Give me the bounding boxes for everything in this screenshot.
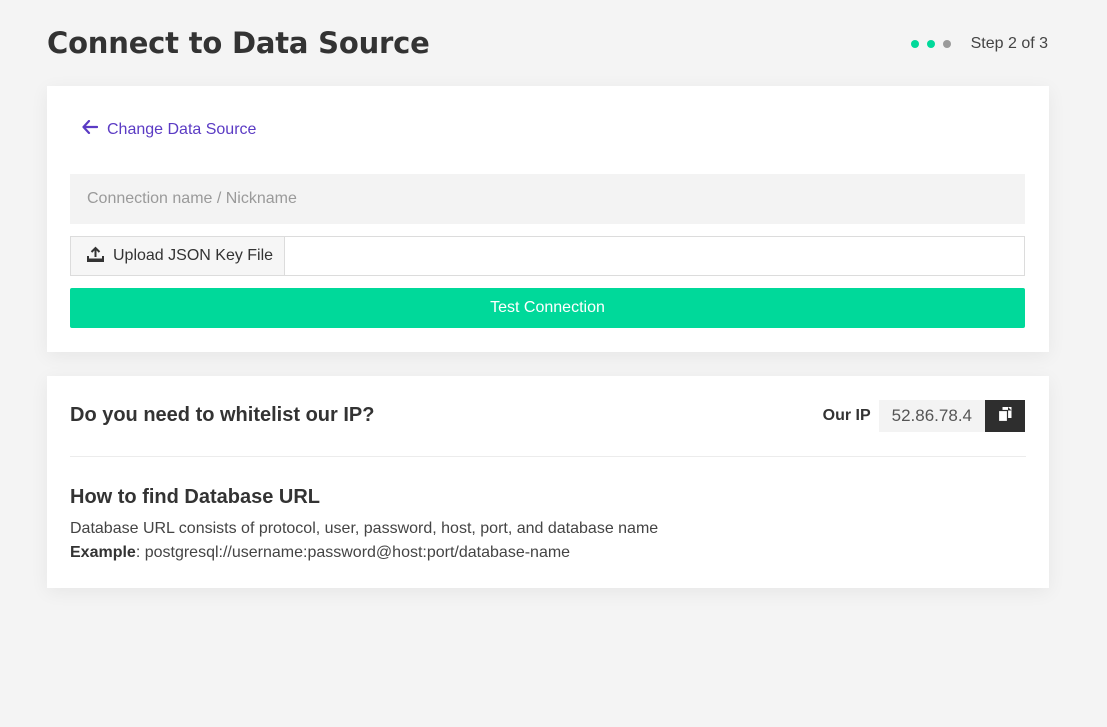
- database-url-description: Database URL consists of protocol, user,…: [70, 520, 659, 537]
- ip-label: Our IP: [822, 407, 871, 424]
- example-value: : postgresql://username:password@host:po…: [135, 544, 571, 561]
- connection-card: Change Data Source Upload JSON Key File …: [47, 86, 1049, 352]
- whitelist-title: Do you need to whitelist our IP?: [70, 404, 375, 426]
- upload-json-key-button[interactable]: Upload JSON Key File: [71, 237, 285, 275]
- upload-label: Upload JSON Key File: [113, 247, 274, 264]
- connection-name-input[interactable]: [70, 174, 1025, 224]
- step-dot-1: [910, 40, 919, 48]
- step-dot-2: [926, 40, 935, 48]
- arrow-left-icon: [82, 119, 107, 139]
- step-dot-3: [942, 40, 951, 48]
- step-indicator: Step 2 of 3: [910, 35, 1048, 53]
- database-url-help-title: How to find Database URL: [70, 486, 321, 508]
- change-data-source-label: Change Data Source: [107, 120, 257, 138]
- upload-icon: [87, 246, 113, 267]
- page-header: Connect to Data Source Step 2 of 3: [47, 24, 1048, 68]
- section-divider: [70, 456, 1026, 457]
- page-title: Connect to Data Source: [47, 26, 430, 60]
- selected-file-field[interactable]: [285, 237, 1024, 275]
- example-label: Example: [70, 544, 136, 561]
- ip-value[interactable]: 52.86.78.4: [878, 400, 985, 432]
- change-data-source-link[interactable]: Change Data Source: [82, 119, 257, 139]
- database-url-example: Example: postgresql://username:password@…: [70, 544, 570, 562]
- test-connection-button[interactable]: Test Connection: [70, 288, 1025, 328]
- copy-icon: [997, 406, 1013, 427]
- info-card: Do you need to whitelist our IP? Our IP …: [47, 376, 1049, 588]
- ip-group: Our IP 52.86.78.4: [823, 400, 1025, 432]
- copy-ip-button[interactable]: [985, 400, 1025, 432]
- json-key-upload: Upload JSON Key File: [70, 236, 1025, 276]
- step-label: Step 2 of 3: [970, 35, 1048, 52]
